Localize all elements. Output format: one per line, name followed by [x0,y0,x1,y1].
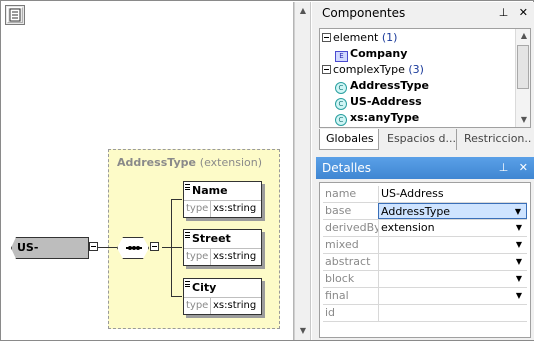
type-value: xs:string [213,203,257,214]
element-icon [185,232,190,238]
components-title: Componentes [322,6,406,20]
tree-item-element-group[interactable]: element (1) [322,30,397,46]
element-icon [185,184,190,190]
details-panel-header: Detalles ⊥ ✕ [316,157,534,179]
components-tabs: Globales Espacios d... Restriccion... [319,129,531,151]
connector-line [171,199,182,200]
derivedby-select[interactable]: extension ▼ [378,220,527,236]
type-value: xs:string [213,300,257,311]
collapse-icon[interactable] [322,65,331,74]
details-row-id: id [323,305,527,322]
dropdown-arrow-icon[interactable]: ▼ [513,256,525,268]
dropdown-arrow-icon[interactable]: ▼ [513,290,525,302]
details-title: Detalles [322,161,371,175]
tree-scrollbar[interactable]: ▲ ▼ [515,29,530,127]
extension-title: AddressType (extension) [117,156,262,169]
components-tree[interactable]: element (1) E Company complexType (3) C Ad… [319,28,531,128]
block-select[interactable]: ▼ [378,271,527,287]
details-table: name US-Address base AddressType ▼ derive… [323,186,527,322]
pin-icon[interactable]: ⊥ [499,6,509,19]
scrollbar-thumb[interactable] [517,45,529,89]
dropdown-arrow-icon[interactable]: ▼ [513,273,525,285]
details-row-abstract: abstract ▼ [323,254,527,271]
collapse-icon[interactable] [322,33,331,42]
tree-item-addresstype[interactable]: C AddressType [335,78,429,94]
schema-design-pane[interactable]: AddressType (extension) US-Address Name … [2,2,294,340]
extension-kind-label: (extension) [199,156,263,169]
details-row-block: block ▼ [323,271,527,288]
tree-item-complextype-group[interactable]: complexType (3) [322,62,424,78]
base-select[interactable]: AddressType ▼ [378,203,527,219]
element-name: Name [192,184,228,197]
tab-espacios[interactable]: Espacios d... [381,129,457,150]
connector-line [171,296,182,297]
element-name: Street [192,232,231,245]
element-icon [185,281,190,287]
side-panels: Componentes ⊥ ✕ element (1) E Company com… [312,2,534,340]
element-node-name[interactable]: Name type xs:string [183,181,262,218]
design-vertical-scrollbar[interactable]: ▲ ▼ [294,2,311,340]
details-row-derivedby: derivedBy extension ▼ [323,220,527,237]
tab-restricciones[interactable]: Restriccion... [458,129,531,150]
name-value-field[interactable]: US-Address [378,186,527,202]
type-label: type [184,201,211,217]
complex-type-icon: C [335,114,347,126]
abstract-select[interactable]: ▼ [378,254,527,270]
id-value-field[interactable] [378,305,527,321]
xml-schema-editor-window: AddressType (extension) US-Address Name … [0,0,534,341]
details-row-name: name US-Address [323,186,527,203]
connector-line [98,247,117,248]
sequence-icon [126,246,142,250]
close-icon[interactable]: ✕ [519,161,528,174]
tree-item-company[interactable]: E Company [335,46,407,62]
dropdown-arrow-icon[interactable]: ▼ [512,206,524,218]
diagram-view-toggle-button[interactable] [5,5,25,25]
scroll-up-icon[interactable]: ▲ [296,4,310,18]
components-panel-header: Componentes ⊥ ✕ [316,2,534,24]
type-value: xs:string [213,251,257,262]
connector-line [171,247,182,248]
tree-item-xs-anytype[interactable]: Cxs:anyType [335,110,419,126]
close-icon[interactable]: ✕ [519,6,528,19]
element-icon: E [335,51,348,62]
type-label: type [184,249,211,265]
element-node-street[interactable]: Street type xs:string [183,229,262,266]
mixed-select[interactable]: ▼ [378,237,527,253]
type-label: type [184,298,211,314]
sequence-collapse-toggle[interactable] [150,242,159,251]
dropdown-arrow-icon[interactable]: ▼ [513,239,525,251]
document-list-icon [9,8,21,22]
pin-icon[interactable]: ⊥ [499,161,509,174]
root-collapse-toggle[interactable] [89,242,98,251]
details-row-base: base AddressType ▼ [323,203,527,220]
element-name: City [192,281,217,294]
complex-type-icon: C [335,98,347,110]
scroll-up-icon[interactable]: ▲ [517,29,530,43]
tab-globales[interactable]: Globales [319,129,379,150]
element-node-city[interactable]: City type xs:string [183,278,262,315]
scroll-down-icon[interactable]: ▼ [296,324,310,338]
details-row-final: final ▼ [323,288,527,305]
dropdown-arrow-icon[interactable]: ▼ [513,222,525,234]
details-row-mixed: mixed ▼ [323,237,527,254]
scroll-down-icon[interactable]: ▼ [517,113,530,127]
complex-type-icon: C [335,82,347,94]
root-complex-type-node[interactable]: US-Address [11,237,89,259]
tree-item-us-address[interactable]: C US-Address [335,94,422,110]
final-select[interactable]: ▼ [378,288,527,304]
extension-base-name: AddressType [117,156,196,169]
connector-line [162,247,171,248]
sequence-compositor[interactable] [117,237,149,259]
